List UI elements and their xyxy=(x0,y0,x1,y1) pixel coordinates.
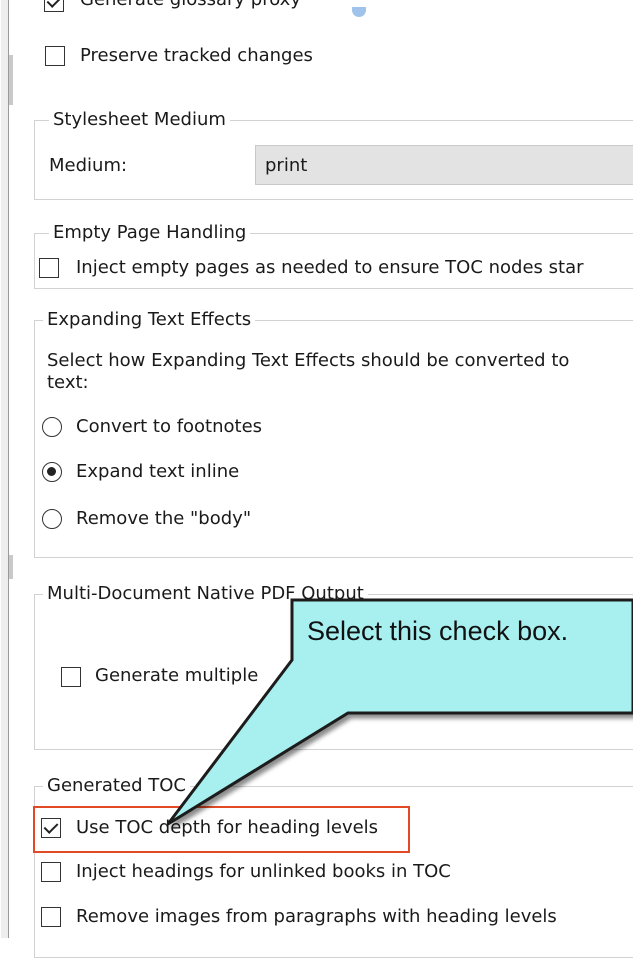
callout-text: Select this check box. xyxy=(307,616,569,646)
pdf-target-options-panel: Generate glossary proxy Preserve tracked… xyxy=(0,0,633,958)
callout-bubble xyxy=(166,598,633,826)
